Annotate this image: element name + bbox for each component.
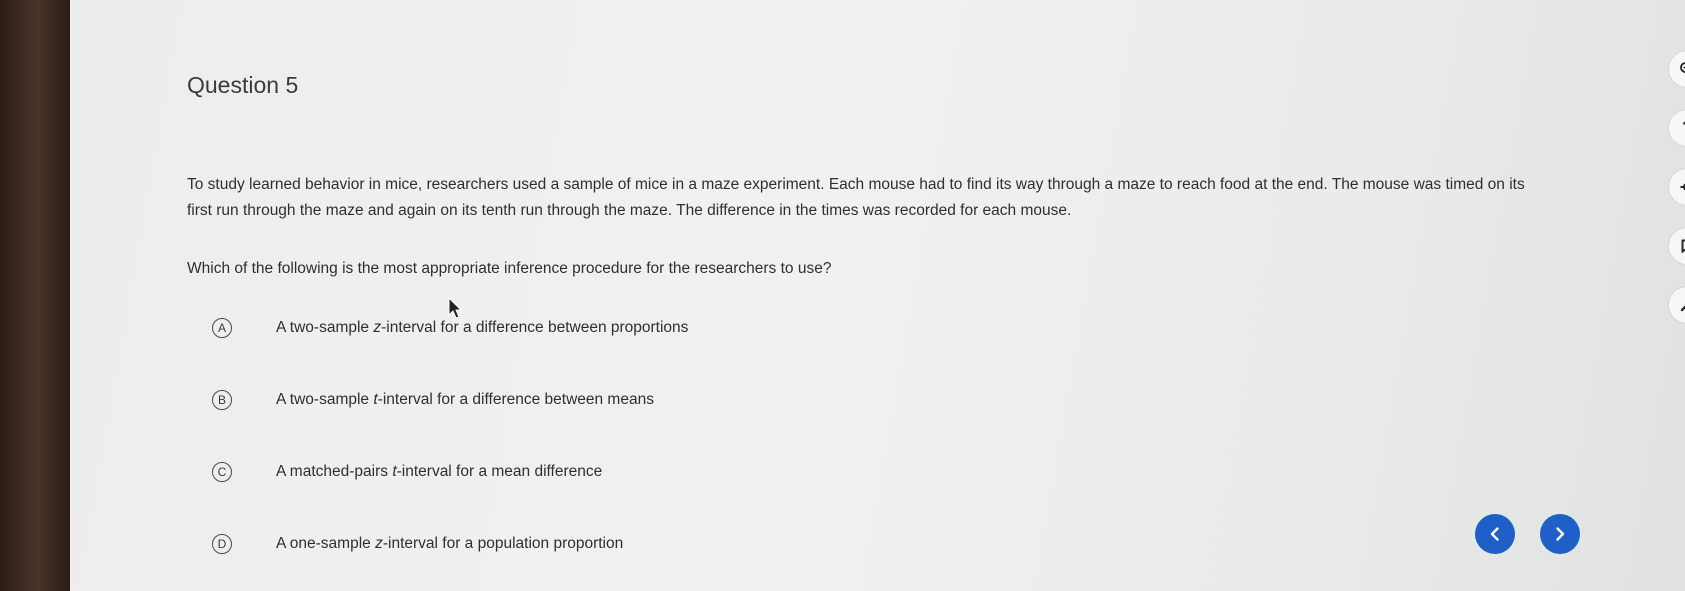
bookmark-icon	[1681, 239, 1685, 253]
bookmark-button[interactable]	[1668, 227, 1685, 265]
choice-b-letter[interactable]: B	[212, 390, 232, 410]
choice-b-text: A two-sample t-interval for a difference…	[276, 391, 654, 408]
choice-d-letter[interactable]: D	[212, 534, 232, 554]
choice-a-letter[interactable]: A	[212, 318, 232, 338]
choice-b[interactable]: B A two-sample t-interval for a differen…	[212, 390, 654, 410]
choice-a[interactable]: A A two-sample z-interval for a differen…	[212, 318, 688, 338]
choice-c-letter[interactable]: C	[212, 462, 232, 482]
mouse-cursor-icon	[448, 297, 463, 319]
stem-line-1: To study learned behavior in mice, resea…	[187, 176, 1525, 193]
annotate-button[interactable]	[1668, 286, 1685, 324]
question-stem: To study learned behavior in mice, resea…	[187, 172, 1627, 224]
question-screen: Question 5 To study learned behavior in …	[70, 0, 1685, 591]
previous-button[interactable]	[1475, 514, 1515, 554]
tool-column: ?	[1668, 50, 1685, 345]
zoom-button[interactable]	[1668, 50, 1685, 88]
question-prompt: Which of the following is the most appro…	[187, 260, 832, 277]
choice-c[interactable]: C A matched-pairs t-interval for a mean …	[212, 462, 602, 482]
magnifier-icon	[1680, 62, 1685, 73]
gear-icon	[1680, 183, 1685, 191]
choice-d[interactable]: D A one-sample z-interval for a populati…	[212, 534, 623, 554]
chevron-right-icon	[1556, 527, 1565, 541]
device-bezel	[0, 0, 70, 591]
choice-d-text: A one-sample z-interval for a population…	[276, 535, 624, 552]
stem-line-2: first run through the maze and again on …	[187, 202, 1072, 219]
choice-a-text: A two-sample z-interval for a difference…	[276, 319, 689, 336]
chevron-left-icon	[1490, 527, 1499, 541]
settings-button[interactable]	[1668, 168, 1685, 206]
choice-c-text: A matched-pairs t-interval for a mean di…	[276, 463, 603, 480]
pencil-icon	[1680, 305, 1685, 312]
next-button[interactable]	[1540, 514, 1580, 554]
question-title: Question 5	[187, 72, 299, 98]
help-button[interactable]: ?	[1668, 109, 1685, 147]
